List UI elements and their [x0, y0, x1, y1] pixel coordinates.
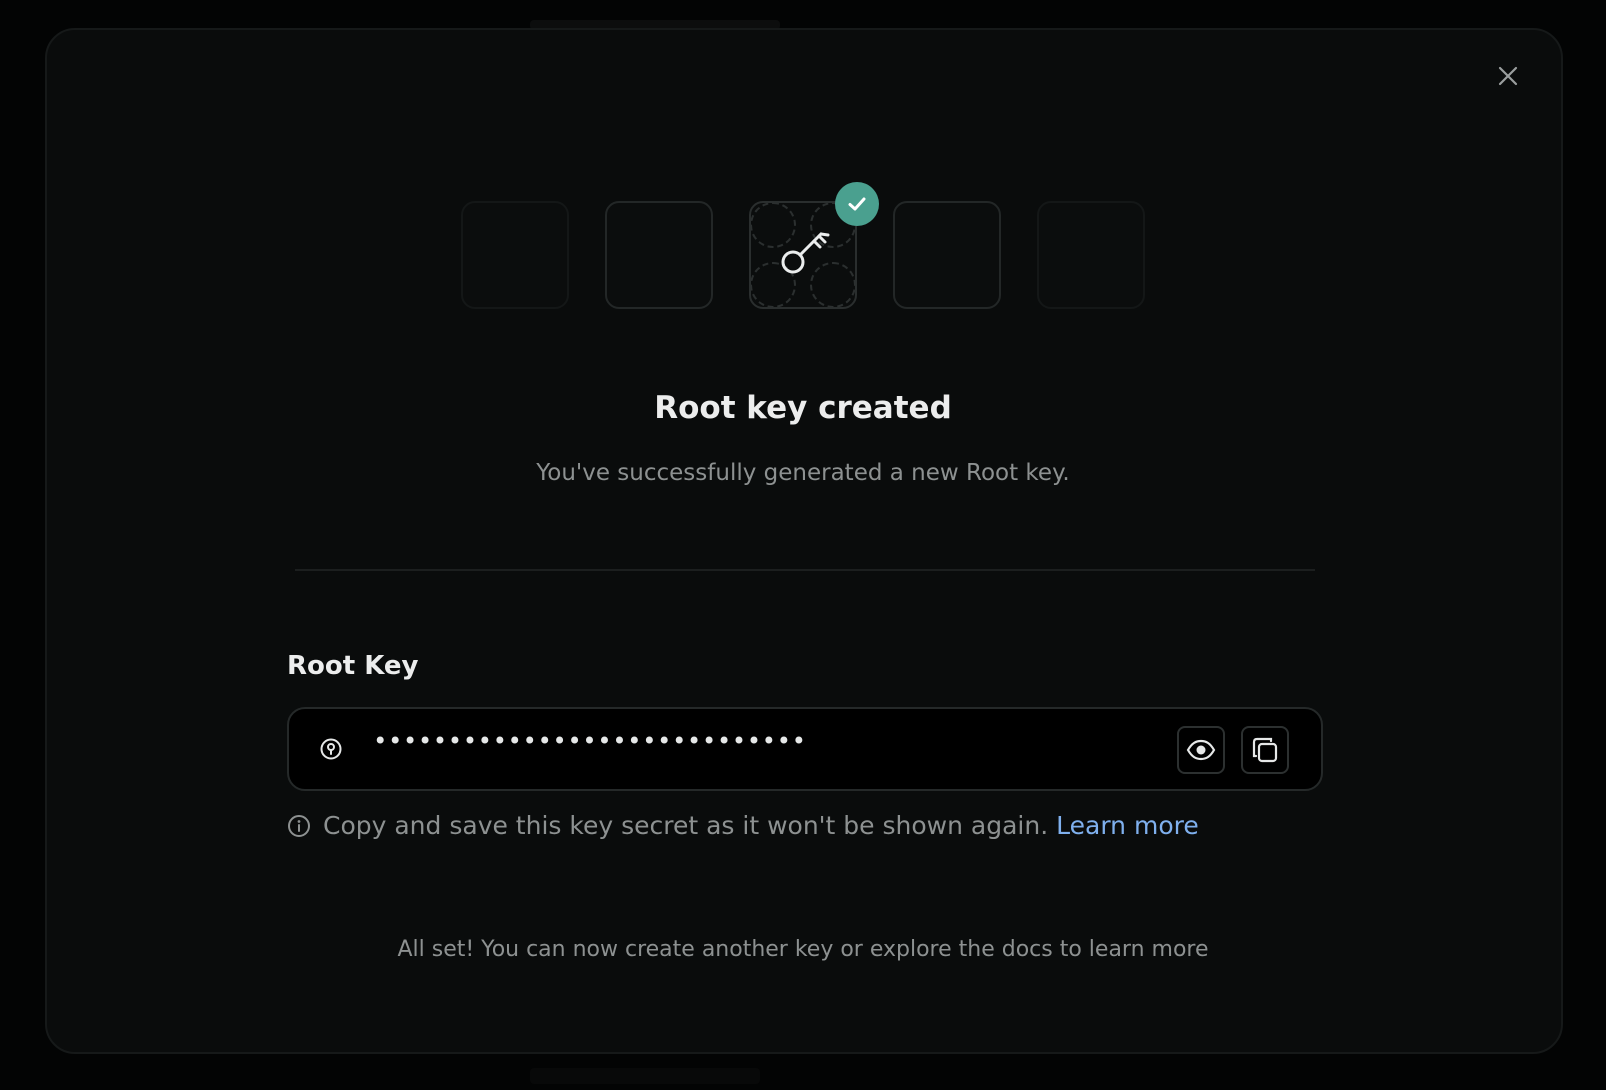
- footer-message: All set! You can now create another key …: [397, 937, 1209, 962]
- illustration-tile: [605, 201, 713, 309]
- root-key-label: Root Key: [287, 651, 419, 681]
- close-button[interactable]: [1490, 58, 1526, 94]
- background-hint: [530, 1068, 760, 1084]
- check-icon: [848, 197, 866, 211]
- save-warning: Copy and save this key secret as it won'…: [287, 811, 1199, 840]
- root-key-created-dialog: [45, 28, 1563, 1054]
- key-pin-icon: [320, 738, 342, 760]
- masked-key-value[interactable]: •••••••••••••••••••••••••••••: [373, 727, 807, 755]
- eye-icon: [1186, 739, 1216, 761]
- copy-button[interactable]: [1241, 726, 1289, 774]
- toggle-visibility-button[interactable]: [1177, 726, 1225, 774]
- illustration-tile: [893, 201, 1001, 309]
- dialog-subtitle: You've successfully generated a new Root…: [536, 460, 1070, 486]
- illustration-tile: [1037, 201, 1145, 309]
- divider: [295, 569, 1315, 571]
- success-badge: [835, 182, 879, 226]
- save-warning-text: Copy and save this key secret as it won'…: [323, 811, 1049, 840]
- key-illustration: [461, 182, 1149, 313]
- illustration-tile: [461, 201, 569, 309]
- info-icon: [288, 814, 310, 837]
- key-icon: [781, 232, 830, 274]
- close-icon: [1498, 66, 1518, 86]
- dialog-title: Root key created: [654, 390, 952, 426]
- root-key-field[interactable]: •••••••••••••••••••••••••••••: [287, 707, 1323, 791]
- learn-more-link[interactable]: Learn more: [1056, 811, 1199, 840]
- copy-icon: [1252, 737, 1278, 763]
